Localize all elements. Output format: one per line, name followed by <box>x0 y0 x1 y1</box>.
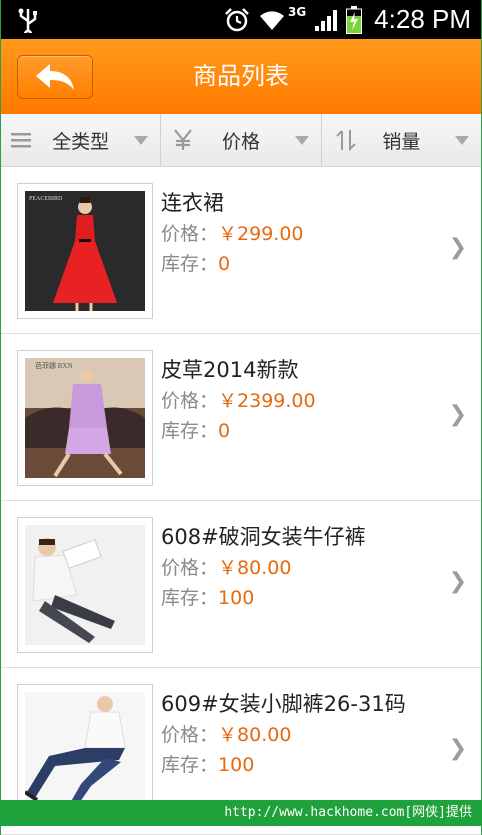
product-name: 皮草2014新款 <box>161 358 299 382</box>
product-stock: 库存：0 <box>161 249 230 276</box>
wifi-icon <box>259 10 284 30</box>
product-price: 价格：￥299.00 <box>161 219 304 246</box>
clock: 4:28 PM <box>374 4 471 34</box>
battery-charging-icon <box>346 5 363 34</box>
app-screen: 3G 4:28 PM 商品列表 全类型 价格 销量 PEACEBIRD 连衣裙 … <box>0 0 482 835</box>
product-name: 609#女装小脚裤26-31码 <box>161 692 406 716</box>
product-stock: 库存：100 <box>161 583 254 610</box>
chevron-right-icon: ❯ <box>448 402 467 427</box>
product-stock: 库存：100 <box>161 750 254 777</box>
price-label: 价格： <box>161 223 219 245</box>
price-label: 价格： <box>161 724 219 746</box>
product-photo <box>25 692 145 812</box>
back-button[interactable] <box>17 55 93 99</box>
dropdown-caret-icon <box>134 136 149 145</box>
price-value: ￥80.00 <box>218 724 292 746</box>
stock-label: 库存： <box>161 253 219 275</box>
yen-icon <box>174 129 193 150</box>
menu-lines-icon <box>11 133 31 148</box>
product-name: 608#破洞女装牛仔裤 <box>161 525 366 549</box>
stock-label: 库存： <box>161 754 219 776</box>
list-item[interactable]: 芭菲娜 BXN 皮草2014新款 价格：￥2399.00 库存：0 ❯ <box>1 334 481 501</box>
stock-value: 0 <box>218 420 231 442</box>
chevron-right-icon: ❯ <box>448 569 467 594</box>
filter-price[interactable]: 价格 <box>161 114 322 166</box>
chevron-right-icon: ❯ <box>448 235 467 260</box>
sort-arrows-icon <box>335 130 356 151</box>
back-arrow-icon <box>36 64 74 90</box>
price-label: 价格： <box>161 557 219 579</box>
price-value: ￥2399.00 <box>218 390 316 412</box>
product-price: 价格：￥80.00 <box>161 553 291 580</box>
product-photo: 芭菲娜 BXN <box>25 358 145 478</box>
stock-value: 100 <box>218 587 255 609</box>
status-bar: 3G 4:28 PM <box>1 0 481 39</box>
price-label: 价格： <box>161 390 219 412</box>
alarm-icon <box>225 7 249 31</box>
filter-category-label: 全类型 <box>52 130 110 153</box>
network-type: 3G <box>287 4 307 19</box>
product-name: 连衣裙 <box>161 191 224 215</box>
price-value: ￥80.00 <box>218 557 292 579</box>
product-thumbnail <box>17 517 153 653</box>
product-price: 价格：￥2399.00 <box>161 386 316 413</box>
app-header: 商品列表 <box>1 39 481 114</box>
price-value: ￥299.00 <box>218 223 304 245</box>
product-photo <box>25 525 145 645</box>
brand-logo: 芭菲娜 BXN <box>35 361 73 370</box>
filter-bar: 全类型 价格 销量 <box>1 114 481 167</box>
filter-price-label: 价格 <box>221 130 260 153</box>
list-item[interactable]: 608#破洞女装牛仔裤 价格：￥80.00 库存：100 ❯ <box>1 501 481 668</box>
dropdown-caret-icon <box>294 136 309 145</box>
stock-value: 0 <box>218 253 231 275</box>
product-price: 价格：￥80.00 <box>161 720 291 747</box>
list-item[interactable]: PEACEBIRD 连衣裙 价格：￥299.00 库存：0 ❯ <box>1 167 481 334</box>
filter-category[interactable]: 全类型 <box>1 114 162 166</box>
stock-label: 库存： <box>161 587 219 609</box>
signal-icon <box>315 9 338 31</box>
filter-sales-label: 销量 <box>382 130 421 153</box>
watermark-bar: http://www.hackhome.com[网侠]提供 <box>0 800 482 826</box>
product-thumbnail: 芭菲娜 BXN <box>17 350 153 486</box>
product-thumbnail: PEACEBIRD <box>17 183 153 319</box>
stock-label: 库存： <box>161 420 219 442</box>
filter-sales[interactable]: 销量 <box>322 114 481 166</box>
product-photo: PEACEBIRD <box>25 191 145 311</box>
product-stock: 库存：0 <box>161 416 230 443</box>
product-list: PEACEBIRD 连衣裙 价格：￥299.00 库存：0 ❯ 芭菲娜 BXN … <box>1 167 481 835</box>
stock-value: 100 <box>218 754 255 776</box>
usb-icon <box>18 8 37 33</box>
brand-logo: PEACEBIRD <box>29 196 63 202</box>
dropdown-caret-icon <box>454 136 469 145</box>
chevron-right-icon: ❯ <box>448 736 467 761</box>
